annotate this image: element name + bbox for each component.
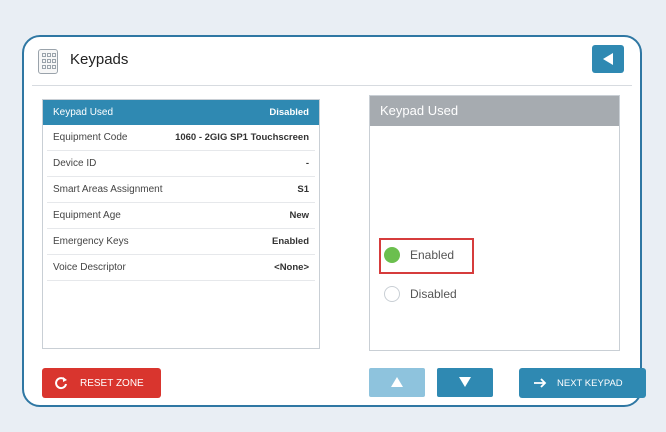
list-item[interactable]: Equipment Age New — [47, 203, 315, 229]
list-item-label: Keypad Used — [53, 107, 114, 118]
right-arrow-icon — [534, 378, 547, 388]
list-item[interactable]: Keypad Used Disabled — [43, 100, 319, 125]
reset-zone-label: RESET ZONE — [80, 377, 144, 389]
list-item-label: Equipment Age — [53, 210, 121, 221]
radio-checked-icon — [384, 247, 400, 263]
list-item-label: Equipment Code — [53, 132, 128, 143]
up-button[interactable] — [369, 368, 425, 397]
radio-unchecked-icon — [384, 286, 400, 302]
list-item[interactable]: Device ID - — [47, 151, 315, 177]
list-item-label: Emergency Keys — [53, 236, 129, 247]
list-item-value: S1 — [297, 184, 309, 195]
reset-icon — [55, 377, 67, 390]
radio-enabled[interactable]: Enabled — [384, 247, 454, 263]
down-button[interactable] — [437, 368, 493, 397]
list-item-value: <None> — [274, 262, 309, 273]
page-title: Keypads — [70, 51, 129, 68]
radio-label: Disabled — [410, 287, 457, 301]
next-keypad-button[interactable]: NEXT KEYPAD — [519, 368, 646, 398]
list-item-label: Device ID — [53, 158, 97, 169]
next-keypad-label: NEXT KEYPAD — [557, 377, 623, 389]
radio-label: Enabled — [410, 248, 455, 262]
list-item-label: Smart Areas Assignment — [53, 184, 163, 195]
keypad-icon — [38, 49, 58, 74]
option-panel: Keypad Used Enabled Disabled — [369, 95, 620, 351]
up-arrow-icon — [391, 377, 403, 387]
list-item[interactable]: Voice Descriptor <None> — [47, 255, 315, 281]
header-divider — [32, 85, 632, 86]
option-panel-title: Keypad Used — [370, 96, 619, 126]
radio-disabled[interactable]: Disabled — [384, 286, 457, 302]
reset-zone-button[interactable]: RESET ZONE — [42, 368, 161, 398]
back-arrow-icon — [603, 53, 613, 65]
list-item-value: - — [305, 158, 309, 169]
list-item-value: 1060 - 2GIG SP1 Touchscreen — [175, 132, 309, 143]
list-item-value: Enabled — [272, 236, 309, 247]
list-item[interactable]: Smart Areas Assignment S1 — [47, 177, 315, 203]
list-item[interactable]: Equipment Code 1060 - 2GIG SP1 Touchscre… — [47, 125, 315, 151]
down-arrow-icon — [459, 377, 471, 387]
list-item-value: New — [289, 210, 309, 221]
list-item-label: Voice Descriptor — [53, 262, 126, 273]
list-item-value: Disabled — [269, 107, 309, 118]
back-button[interactable] — [592, 45, 624, 73]
settings-list: Keypad Used Disabled Equipment Code 1060… — [42, 99, 320, 349]
keypads-panel: Keypads Keypad Used Disabled Equipment C… — [22, 35, 646, 407]
list-item[interactable]: Emergency Keys Enabled — [47, 229, 315, 255]
